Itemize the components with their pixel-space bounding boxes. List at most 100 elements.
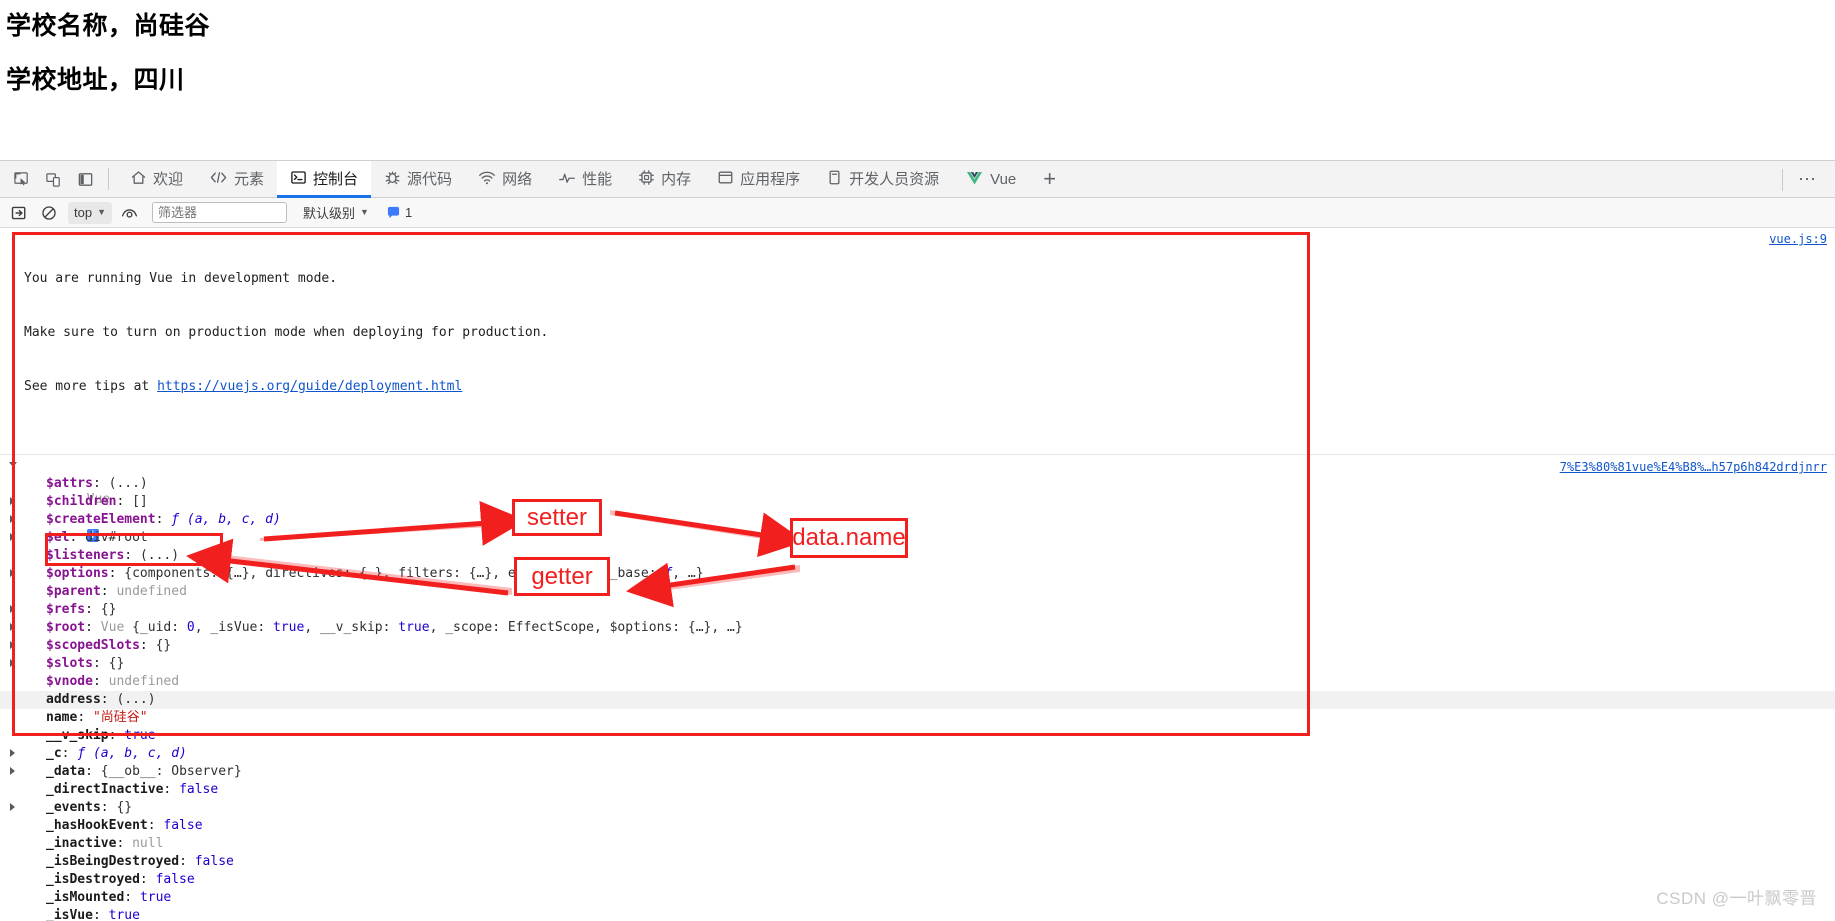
- expand-triangle-icon[interactable]: [10, 749, 15, 757]
- more-options-icon[interactable]: ⋯: [1790, 161, 1825, 198]
- property-value-part: :: [672, 620, 688, 635]
- object-property-row[interactable]: __v_skip: true: [0, 727, 1835, 745]
- expand-triangle-icon[interactable]: [9, 462, 17, 467]
- object-property-row[interactable]: _events: {}: [0, 799, 1835, 817]
- inspect-element-icon[interactable]: [6, 165, 36, 193]
- object-property-row[interactable]: $refs: {}: [0, 601, 1835, 619]
- object-property-row[interactable]: $parent: undefined: [0, 583, 1835, 601]
- tab-elements[interactable]: 元素: [196, 161, 277, 198]
- expand-triangle-icon[interactable]: [10, 605, 15, 613]
- object-property-row[interactable]: $vnode: undefined: [0, 673, 1835, 691]
- property-separator: :: [124, 548, 140, 563]
- live-expression-eye-icon[interactable]: [116, 201, 142, 225]
- log-level-label: 默认级别: [303, 206, 356, 221]
- object-property-row[interactable]: $createElement: ƒ (a, b, c, d): [0, 511, 1835, 529]
- object-property-row[interactable]: _data: {__ob__: Observer}: [0, 763, 1835, 781]
- tab-application[interactable]: 应用程序: [704, 161, 813, 198]
- vue-logo-icon: [965, 169, 984, 190]
- property-content: $slots: {}: [24, 656, 124, 671]
- property-value-part: :: [453, 566, 469, 581]
- message-bubble-icon: [387, 206, 400, 219]
- object-property-row[interactable]: _c: ƒ (a, b, c, d): [0, 745, 1835, 763]
- property-value-part: {: [100, 764, 109, 779]
- property-key: name: [46, 710, 78, 725]
- object-property-row[interactable]: $slots: {}: [0, 655, 1835, 673]
- dock-side-icon[interactable]: [70, 165, 100, 193]
- device-toolbar-icon[interactable]: [38, 165, 68, 193]
- object-property-row[interactable]: $el: div#root: [0, 529, 1835, 547]
- object-property-row[interactable]: $options: {components: {…}, directives: …: [0, 565, 1835, 583]
- property-value-part: false: [155, 872, 195, 887]
- object-property-row[interactable]: _inactive: null: [0, 835, 1835, 853]
- object-property-row[interactable]: _isDestroyed: false: [0, 871, 1835, 889]
- object-property-row[interactable]: _isVue: true: [0, 907, 1835, 921]
- expand-triangle-icon[interactable]: [10, 569, 15, 577]
- tab-devresources[interactable]: 开发人员资源: [813, 161, 952, 198]
- property-value-part: {}: [108, 656, 125, 671]
- property-content: name: "尚硅谷": [24, 710, 148, 725]
- property-content: _isDestroyed: false: [24, 872, 195, 887]
- warning-line-3: See more tips at https://vuejs.org/guide…: [24, 378, 1827, 396]
- tab-welcome[interactable]: 欢迎: [117, 161, 196, 198]
- console-filter-input[interactable]: [152, 202, 287, 223]
- console-message-vue-warning[interactable]: You are running Vue in development mode.…: [0, 228, 1835, 455]
- property-key: $options: [46, 566, 109, 581]
- message-count-indicator[interactable]: 1: [387, 205, 412, 220]
- object-property-row[interactable]: _directInactive: false: [0, 781, 1835, 799]
- property-key: $refs: [46, 602, 86, 617]
- devtools-tab-strip: 欢迎 元素 控制台 源代码 网络 性能 内存 应用程序 开发人员资源 Vue +: [117, 160, 1070, 198]
- property-separator: :: [85, 602, 101, 617]
- expand-triangle-icon[interactable]: [10, 497, 15, 505]
- console-output[interactable]: You are running Vue in development mode.…: [0, 228, 1835, 921]
- log-level-select[interactable]: 默认级别 ▼: [303, 203, 369, 222]
- clear-console-icon[interactable]: [6, 201, 32, 225]
- expand-triangle-icon[interactable]: [10, 641, 15, 649]
- object-property-row[interactable]: $children: []: [0, 493, 1835, 511]
- property-key: _events: [46, 800, 101, 815]
- object-property-row[interactable]: $attrs: (...): [0, 475, 1835, 493]
- object-property-row[interactable]: _isMounted: true: [0, 889, 1835, 907]
- vue-deployment-link[interactable]: https://vuejs.org/guide/deployment.html: [157, 379, 462, 394]
- console-object-header[interactable]: Vue i 7%E3%80%81vue%E4%B8%…h57p6h842drdj…: [0, 455, 1835, 542]
- execution-context-select[interactable]: top ▼: [68, 201, 112, 224]
- add-panel-button[interactable]: +: [1029, 161, 1070, 198]
- devtools-left-icons: [0, 165, 100, 193]
- property-separator: :: [147, 818, 164, 833]
- property-value-part: 0: [186, 620, 195, 635]
- object-property-row[interactable]: $scopedSlots: {}: [0, 637, 1835, 655]
- object-source-link[interactable]: 7%E3%80%81vue%E4%B8%…h57p6h842drdjnrr: [1560, 458, 1827, 476]
- property-separator: :: [139, 638, 156, 653]
- property-value-part: :: [171, 620, 187, 635]
- no-entry-icon[interactable]: [36, 201, 62, 225]
- warning-source-link[interactable]: vue.js:9: [1769, 230, 1827, 248]
- property-content: _hasHookEvent: false: [24, 818, 203, 833]
- object-property-row[interactable]: $root: Vue {_uid: 0, _isVue: true, __v_s…: [0, 619, 1835, 637]
- object-property-row[interactable]: address: (...): [0, 691, 1835, 709]
- object-property-row[interactable]: $listeners: (...): [0, 547, 1835, 565]
- tab-sources[interactable]: 源代码: [371, 161, 465, 198]
- tab-network[interactable]: 网络: [465, 161, 545, 198]
- expand-triangle-icon[interactable]: [10, 659, 15, 667]
- expand-triangle-icon[interactable]: [10, 803, 15, 811]
- app-render-area: 学校名称，尚硅谷 学校地址，四川: [0, 0, 1835, 160]
- object-property-row[interactable]: _hasHookEvent: false: [0, 817, 1835, 835]
- warning-line-1: You are running Vue in development mode.: [24, 271, 338, 286]
- tab-performance[interactable]: 性能: [545, 161, 625, 198]
- property-value-part: undefined: [116, 584, 187, 599]
- chip-icon: [638, 169, 655, 190]
- property-value-part: (...): [139, 548, 180, 563]
- expand-triangle-icon[interactable]: [10, 515, 15, 523]
- tab-console[interactable]: 控制台: [277, 160, 372, 198]
- object-property-row[interactable]: _isBeingDestroyed: false: [0, 853, 1835, 871]
- tab-memory[interactable]: 内存: [625, 161, 704, 198]
- property-separator: :: [92, 908, 109, 921]
- expand-triangle-icon[interactable]: [10, 767, 15, 775]
- school-name-text: 学校名称，尚硅谷: [6, 11, 211, 40]
- object-property-row[interactable]: name: "尚硅谷": [0, 709, 1835, 727]
- property-value-part: true: [124, 728, 156, 743]
- tab-vue[interactable]: Vue: [952, 161, 1029, 198]
- expand-triangle-icon[interactable]: [10, 623, 15, 631]
- property-content: $scopedSlots: {}: [24, 638, 171, 653]
- property-key: _isVue: [46, 908, 93, 921]
- expand-triangle-icon[interactable]: [10, 533, 15, 541]
